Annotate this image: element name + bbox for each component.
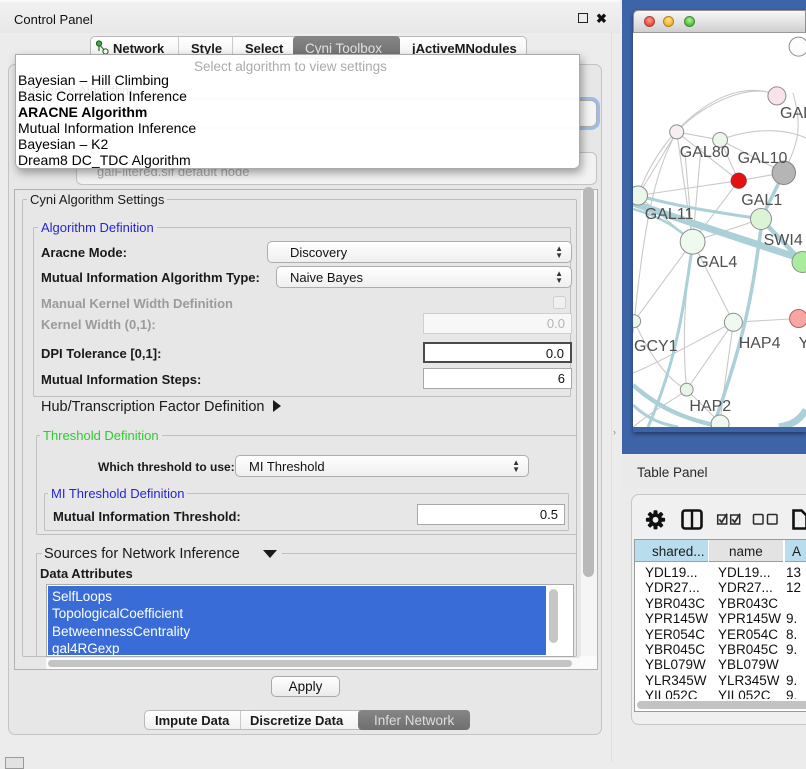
svg-text:GAL11: GAL11 xyxy=(645,206,694,223)
svg-text:YJR0: YJR0 xyxy=(799,335,806,352)
svg-text:GAL10: GAL10 xyxy=(738,150,788,167)
svg-text:HAP4: HAP4 xyxy=(739,335,781,352)
svg-text:GAL7: GAL7 xyxy=(780,105,806,122)
svg-text:SWI4: SWI4 xyxy=(764,232,803,249)
svg-text:GCY1: GCY1 xyxy=(634,338,678,355)
svg-text:HAP2: HAP2 xyxy=(689,398,731,415)
svg-text:GAL4: GAL4 xyxy=(696,254,737,271)
svg-text:GAL80: GAL80 xyxy=(680,144,730,161)
svg-text:GAL1: GAL1 xyxy=(741,192,782,209)
